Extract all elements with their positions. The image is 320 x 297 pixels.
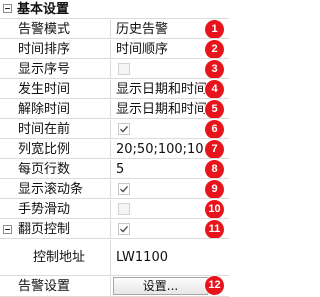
time-sort-value[interactable]: 时间顺序 — [116, 41, 206, 58]
row-alarm-settings[interactable]: 告警设置 设置... 12 — [0, 276, 229, 296]
row-label: 翻页控制 — [18, 222, 71, 237]
row-label: 控制地址 — [33, 250, 86, 265]
checkmark-icon — [120, 185, 129, 193]
callout-badge: 4 — [205, 80, 224, 99]
gesture-swipe-checkbox[interactable] — [118, 203, 130, 215]
control-address-value[interactable]: LW1100 — [116, 249, 206, 266]
row-label: 时间在前 — [18, 122, 71, 137]
row-show-scrollbar[interactable]: 显示滚动条 9 — [0, 180, 229, 199]
row-label: 显示序号 — [18, 62, 71, 77]
callout-badge: 8 — [205, 160, 224, 179]
checkmark-icon — [120, 125, 129, 133]
row-alarm-mode[interactable]: 告警模式 历史告警 1 — [0, 20, 229, 39]
row-label: 解除时间 — [18, 102, 71, 117]
section-title: 基本设置 — [17, 2, 70, 17]
show-index-checkbox[interactable] — [118, 63, 130, 75]
row-occur-time[interactable]: 发生时间 显示日期和时间 4 — [0, 80, 229, 99]
row-gesture-swipe[interactable]: 手势滑动 10 — [0, 200, 229, 219]
row-control-address[interactable]: 控制地址 LW1100 — [0, 240, 229, 276]
row-show-index[interactable]: 显示序号 3 — [0, 60, 229, 79]
alarm-settings-button[interactable]: 设置... — [113, 277, 208, 295]
collapse-toggle-icon[interactable] — [3, 4, 12, 13]
section-header-basic-settings[interactable]: 基本设置 — [0, 0, 229, 19]
row-label: 时间排序 — [18, 42, 71, 57]
callout-badge: 6 — [205, 120, 224, 139]
callout-badge: 12 — [205, 276, 224, 295]
row-page-control[interactable]: 翻页控制 11 — [0, 220, 229, 239]
collapse-toggle-icon[interactable] — [3, 225, 12, 234]
alarm-mode-value[interactable]: 历史告警 — [116, 21, 206, 38]
callout-badge: 11 — [205, 220, 224, 239]
row-label: 每页行数 — [18, 162, 71, 177]
callout-badge: 7 — [205, 140, 224, 159]
row-label: 发生时间 — [18, 82, 71, 97]
time-first-checkbox[interactable] — [118, 123, 130, 135]
callout-badge: 1 — [205, 20, 224, 39]
row-column-width[interactable]: 列宽比例 20;50;100;100; 7 — [0, 140, 229, 159]
row-rows-per-page[interactable]: 每页行数 5 8 — [0, 160, 229, 179]
row-time-sort[interactable]: 时间排序 时间顺序 2 — [0, 40, 229, 59]
row-label: 列宽比例 — [18, 142, 71, 157]
callout-badge: 5 — [205, 100, 224, 119]
callout-badge: 9 — [205, 180, 224, 199]
page-control-checkbox[interactable] — [118, 223, 130, 235]
callout-badge: 10 — [205, 200, 224, 219]
callout-badge: 2 — [205, 40, 224, 59]
row-time-first[interactable]: 时间在前 6 — [0, 120, 229, 139]
callout-badge: 3 — [205, 60, 224, 79]
row-label: 手势滑动 — [18, 202, 71, 217]
checkmark-icon — [120, 225, 129, 233]
row-clear-time[interactable]: 解除时间 显示日期和时间 5 — [0, 100, 229, 119]
property-panel: 基本设置 告警模式 历史告警 1 时间排序 时间顺序 2 显示序号 3 发生时间… — [0, 0, 229, 297]
show-scrollbar-checkbox[interactable] — [118, 183, 130, 195]
row-label: 显示滚动条 — [18, 182, 84, 197]
row-label: 告警模式 — [18, 22, 71, 37]
rows-per-page-value[interactable]: 5 — [116, 161, 206, 178]
row-label: 告警设置 — [18, 279, 71, 294]
